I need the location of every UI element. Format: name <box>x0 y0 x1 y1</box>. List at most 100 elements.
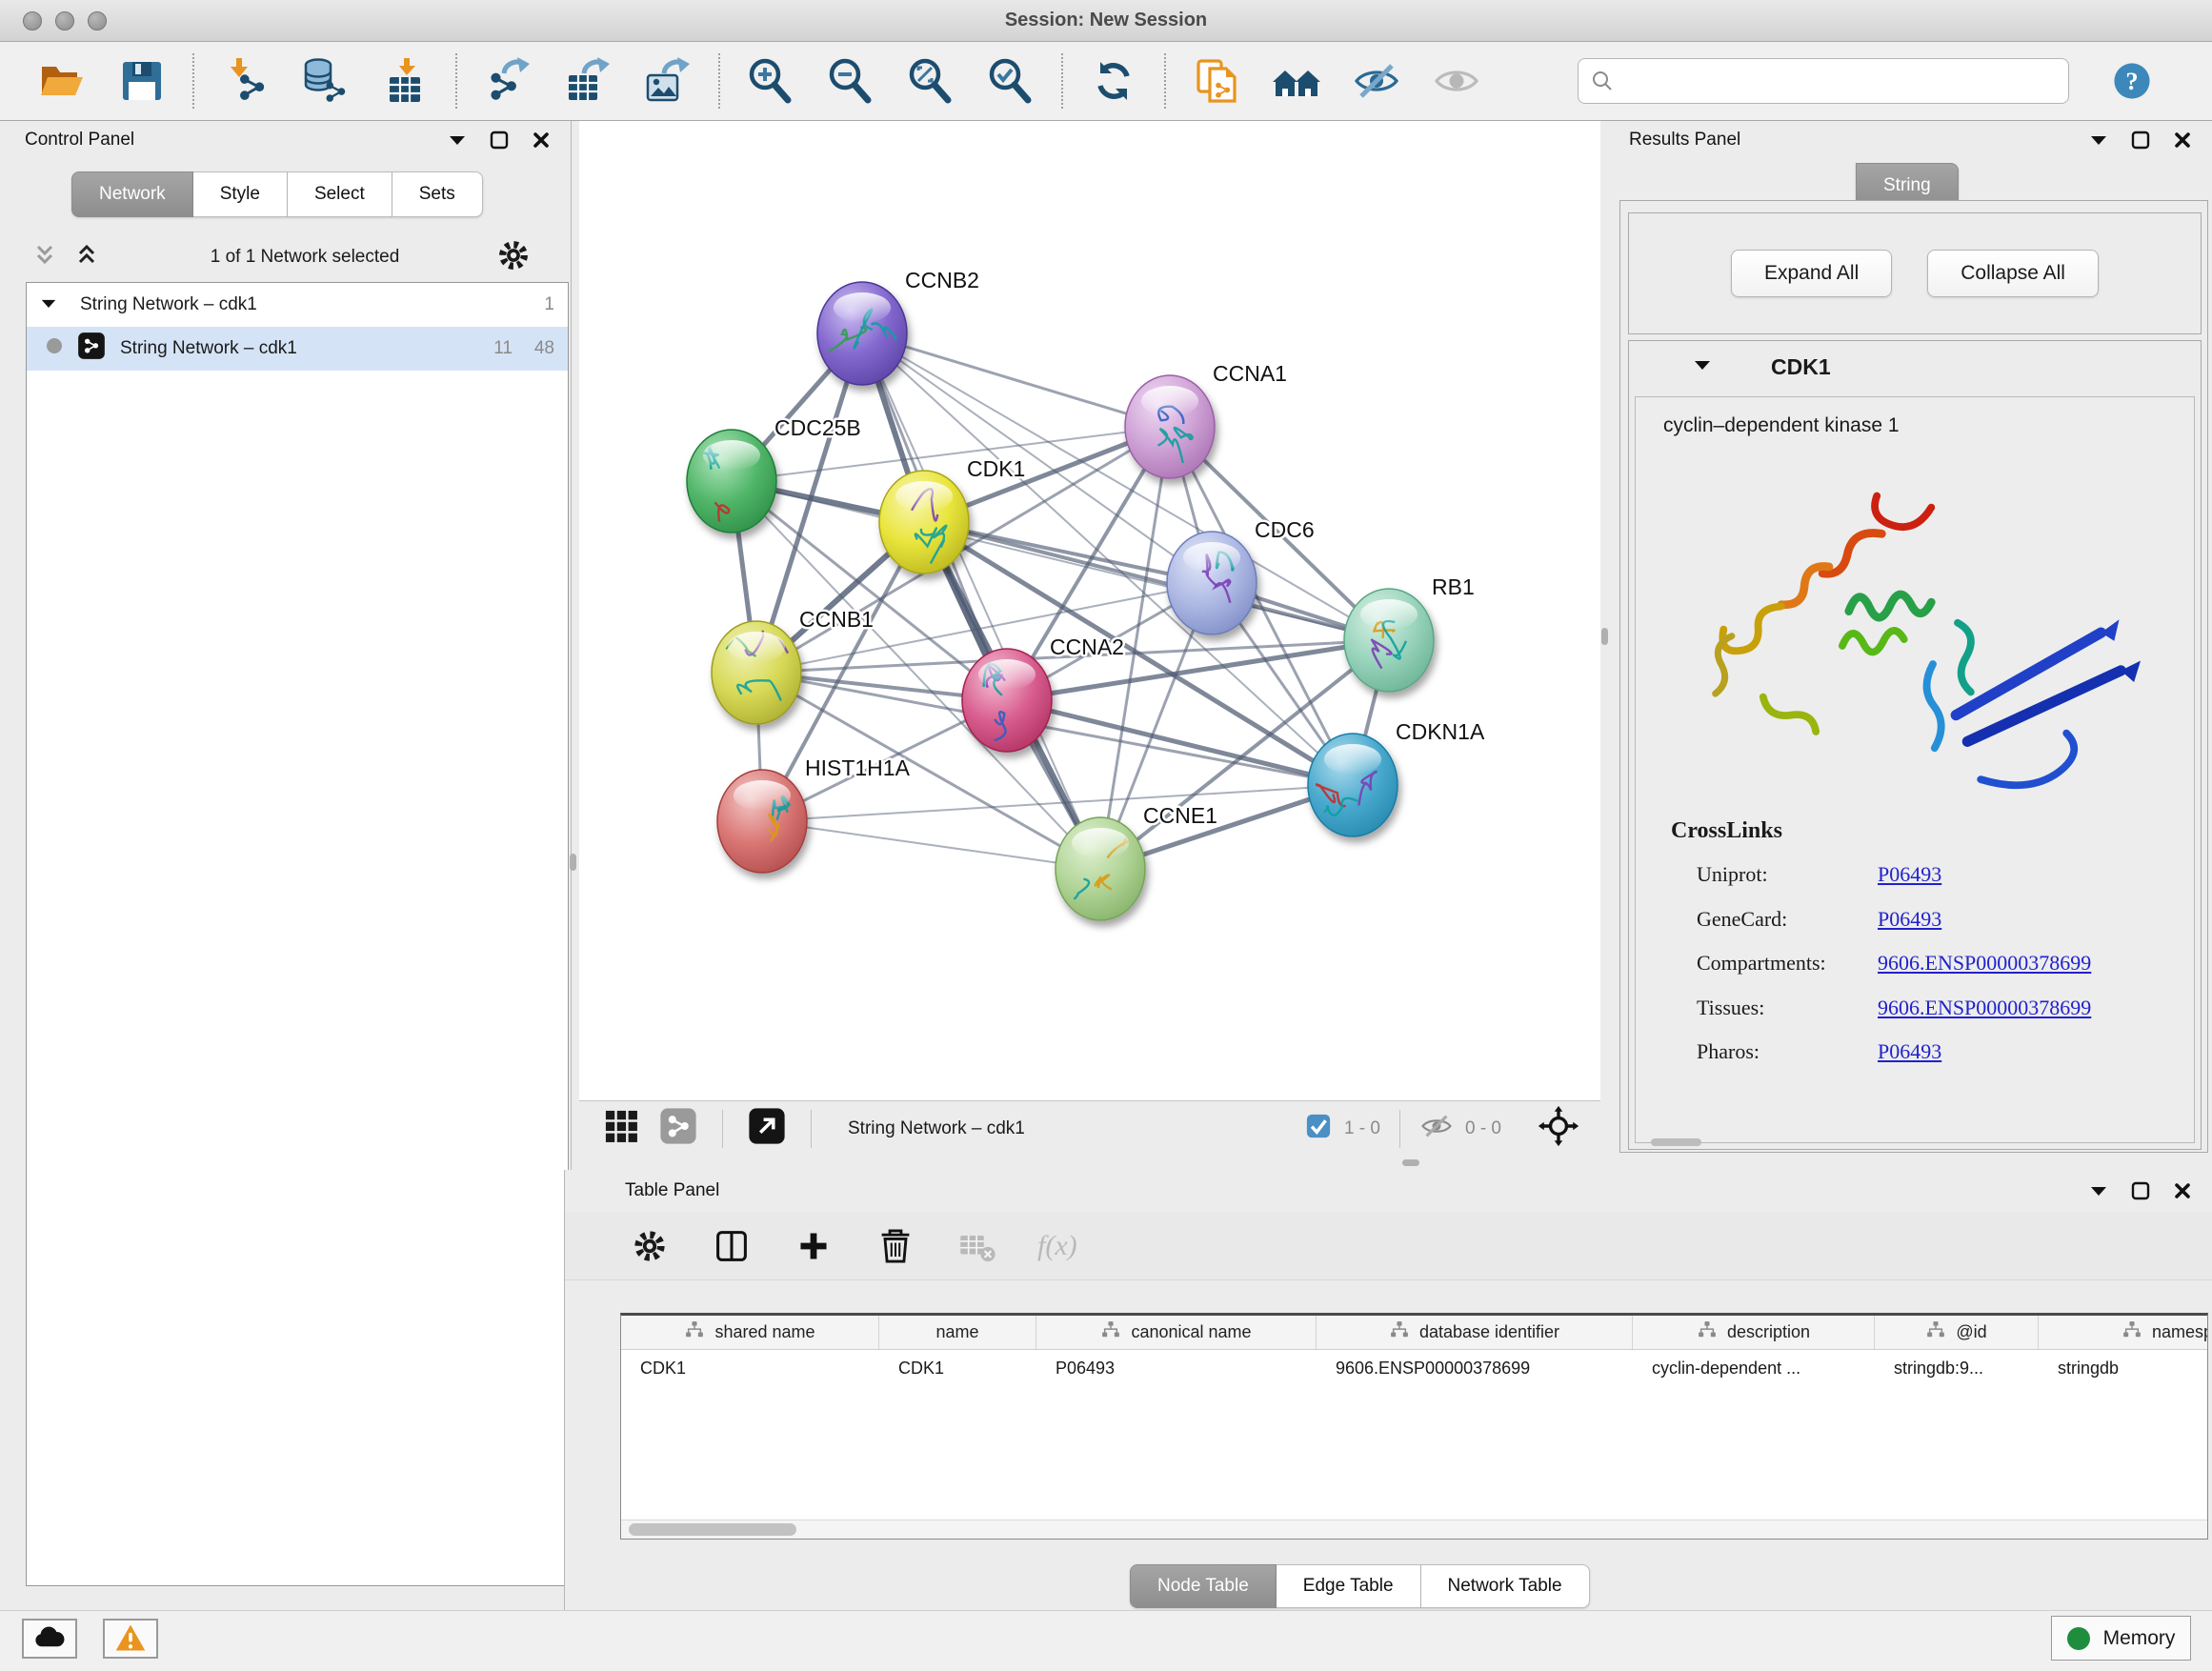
minimize-window-button[interactable] <box>55 11 74 30</box>
column-header-shared-name[interactable]: shared name <box>621 1316 879 1349</box>
collapse-gene-icon[interactable] <box>1693 358 1712 376</box>
save-session-icon[interactable] <box>116 55 168 107</box>
results-panel-menu-icon[interactable] <box>2088 130 2109 151</box>
network-view-toolbar: String Network – cdk1 1 - 0 0 - 0 <box>579 1100 1600 1156</box>
right-splitter-handle[interactable] <box>1601 628 1608 645</box>
left-splitter-handle[interactable] <box>570 854 576 871</box>
show-panel-icon[interactable] <box>1431 55 1482 107</box>
maximize-window-button[interactable] <box>88 11 107 30</box>
table-row[interactable]: CDK1CDK1P064939606.ENSP00000378699cyclin… <box>621 1350 2207 1386</box>
search-input[interactable] <box>1578 58 2069 104</box>
tab-network-table[interactable]: Network Table <box>1421 1564 1590 1608</box>
gene-section-header[interactable]: CDK1 <box>1629 341 2201 393</box>
network-node-cdkn1a[interactable]: CDKN1A <box>1308 719 1485 836</box>
import-table-icon[interactable] <box>379 55 431 107</box>
toolbar-buttons <box>36 53 1482 109</box>
zoom-selected-icon[interactable] <box>985 55 1036 107</box>
bottom-splitter-handle[interactable] <box>1402 1159 1419 1166</box>
open-in-window-icon[interactable] <box>746 1105 788 1152</box>
table-horizontal-scrollbar[interactable] <box>621 1520 2207 1539</box>
collapse-all-button[interactable]: Collapse All <box>1927 250 2099 297</box>
collapse-collection-icon[interactable] <box>27 294 70 315</box>
control-panel-close-icon[interactable] <box>531 130 552 151</box>
delete-column-icon[interactable] <box>874 1224 917 1268</box>
network-node-rb1[interactable]: RB1 <box>1344 574 1475 692</box>
crosslink-link[interactable]: 9606.ENSP00000378699 <box>1878 951 2091 976</box>
network-node-cdk1[interactable]: CDK1 <box>879 456 1025 574</box>
column-settings-icon[interactable] <box>628 1224 672 1268</box>
export-network-icon[interactable] <box>482 55 533 107</box>
memory-button[interactable]: Memory <box>2051 1616 2191 1661</box>
control-panel-float-icon[interactable] <box>489 130 510 151</box>
table-panel-menu-icon[interactable] <box>2088 1180 2109 1201</box>
crosslink-link[interactable]: P06493 <box>1878 1039 1941 1064</box>
collection-label: String Network – cdk1 <box>70 294 513 315</box>
fit-content-crosshair-icon[interactable] <box>1538 1105 1579 1152</box>
zoom-in-icon[interactable] <box>745 55 796 107</box>
column-header-description[interactable]: description <box>1633 1316 1875 1349</box>
export-image-icon[interactable] <box>642 55 694 107</box>
tab-edge-table[interactable]: Edge Table <box>1277 1564 1421 1608</box>
import-network-icon[interactable] <box>219 55 271 107</box>
network-list-options-gear-icon[interactable] <box>493 235 533 280</box>
toolbar-separator <box>1399 1110 1400 1148</box>
table-panel-close-icon[interactable] <box>2172 1180 2193 1201</box>
crosslink-link[interactable]: 9606.ENSP00000378699 <box>1878 996 2091 1020</box>
network-tree-row[interactable]: String Network – cdk1 11 48 <box>27 327 568 371</box>
crosslink-link[interactable]: P06493 <box>1878 862 1941 887</box>
copy-network-icon[interactable] <box>1191 55 1242 107</box>
delete-table-icon[interactable] <box>955 1224 999 1268</box>
grid-view-icon[interactable] <box>600 1105 642 1152</box>
selected-checkbox-icon[interactable] <box>1304 1112 1333 1145</box>
network-column-icon <box>2122 1319 2142 1345</box>
tab-select[interactable]: Select <box>288 171 392 217</box>
hide-panel-icon[interactable] <box>1351 55 1402 107</box>
tab-style[interactable]: Style <box>193 171 288 217</box>
export-table-icon[interactable] <box>562 55 613 107</box>
node-label: HIST1H1A <box>805 755 911 780</box>
cloud-button[interactable] <box>22 1619 77 1659</box>
memory-label: Memory <box>2103 1627 2176 1650</box>
network-column-icon <box>1925 1319 1946 1345</box>
network-edge[interactable] <box>762 821 1100 869</box>
control-panel-menu-icon[interactable] <box>447 130 468 151</box>
refresh-layout-icon[interactable] <box>1088 55 1139 107</box>
function-builder-icon[interactable]: f(x) <box>1037 1224 1077 1268</box>
warning-button[interactable] <box>103 1619 158 1659</box>
results-scrollbar-thumb[interactable] <box>1651 1138 1701 1146</box>
edge-count: 48 <box>513 338 554 359</box>
zoom-out-icon[interactable] <box>825 55 876 107</box>
scrollbar-thumb[interactable] <box>629 1523 796 1536</box>
network-list-toolbar: 1 of 1 Network selected <box>0 233 572 281</box>
zoom-fit-icon[interactable] <box>905 55 956 107</box>
network-tree-row[interactable]: String Network – cdk1 1 <box>27 283 568 327</box>
collapse-tree-icon[interactable] <box>74 243 99 272</box>
close-window-button[interactable] <box>23 11 42 30</box>
tab-network[interactable]: Network <box>71 171 193 217</box>
network-node-ccnb1[interactable]: CCNB1 <box>712 607 874 724</box>
open-session-icon[interactable] <box>36 55 88 107</box>
network-label: String Network – cdk1 <box>118 338 471 359</box>
search-icon <box>1591 70 1614 97</box>
expand-tree-icon[interactable] <box>32 243 57 272</box>
add-column-icon[interactable] <box>792 1224 835 1268</box>
column-header--id[interactable]: @id <box>1875 1316 2039 1349</box>
split-columns-icon[interactable] <box>710 1224 754 1268</box>
table-panel-float-icon[interactable] <box>2130 1180 2151 1201</box>
column-header-namespace[interactable]: namespace <box>2039 1316 2208 1349</box>
column-header-name[interactable]: name <box>879 1316 1036 1349</box>
crosslink-link[interactable]: P06493 <box>1878 907 1941 932</box>
home-icon[interactable] <box>1271 55 1322 107</box>
expand-all-button[interactable]: Expand All <box>1731 250 1892 297</box>
results-panel-float-icon[interactable] <box>2130 130 2151 151</box>
column-header-canonical-name[interactable]: canonical name <box>1036 1316 1317 1349</box>
network-edge[interactable] <box>862 333 1170 427</box>
birds-eye-view-icon[interactable] <box>657 1105 699 1152</box>
help-button[interactable]: ? <box>2109 58 2155 104</box>
tab-node-table[interactable]: Node Table <box>1130 1564 1277 1608</box>
results-panel-close-icon[interactable] <box>2172 130 2193 151</box>
column-header-database-identifier[interactable]: database identifier <box>1317 1316 1633 1349</box>
network-view-canvas[interactable]: CCNB2 CCNA1 CDC25B CDK1 CDC6 RB1 CCNB1 <box>579 121 1600 1100</box>
import-network-database-icon[interactable] <box>299 55 351 107</box>
tab-sets[interactable]: Sets <box>392 171 483 217</box>
